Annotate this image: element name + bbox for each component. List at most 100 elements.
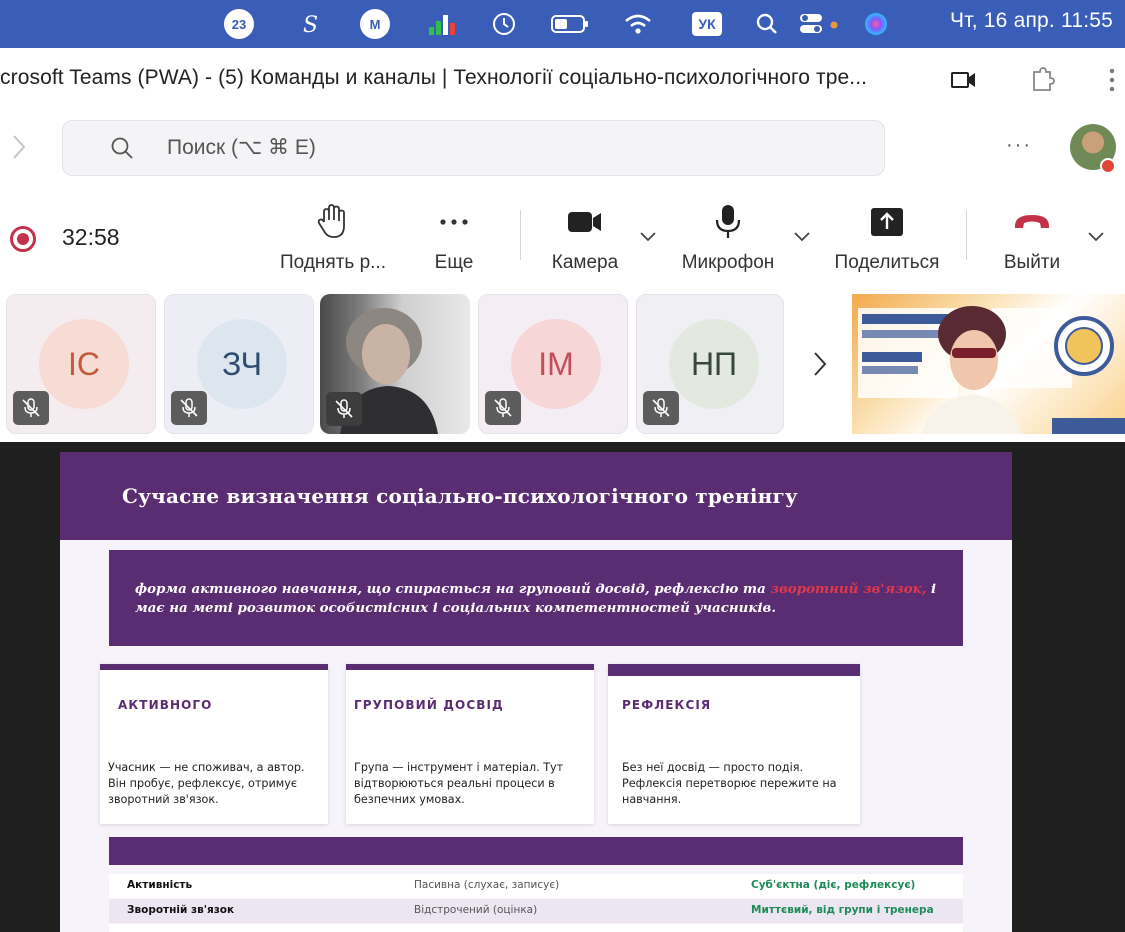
camera-button[interactable]: Камера — [546, 204, 624, 274]
script-s-icon[interactable]: S — [296, 8, 328, 40]
search-box[interactable] — [62, 120, 885, 176]
card-body: Без неї досвід — просто подія. Рефлексія… — [622, 761, 837, 806]
table-cell-old: Відстрочений (оцінка) — [414, 904, 538, 916]
presenter-video-image — [858, 306, 1125, 434]
raise-hand-label: Поднять р... — [280, 252, 386, 273]
participant-initials: ЗЧ — [197, 319, 287, 409]
more-actions-label: Еще — [434, 252, 474, 273]
presence-busy-indicator — [1100, 158, 1116, 174]
mic-muted-icon — [643, 391, 679, 425]
definition-text-part: форма активного навчання, що спирається … — [135, 581, 771, 597]
participant-initials: ІС — [39, 319, 129, 409]
definition-box: форма активного навчання, що спирається … — [109, 550, 963, 646]
card-accent-bar — [100, 664, 328, 670]
more-options-button[interactable]: ··· — [1006, 134, 1032, 157]
time-machine-icon[interactable] — [488, 8, 520, 40]
browser-title-bar: crosoft Teams (PWA) - (5) Команды и кана… — [0, 48, 1125, 112]
participant-tile[interactable]: ІМ — [478, 294, 628, 434]
toolbar-divider — [520, 210, 521, 260]
search-icon — [109, 135, 135, 161]
concept-card: АКТИВНОГО Учасник — не споживач, а автор… — [100, 664, 328, 824]
participant-tile[interactable]: НП — [636, 294, 784, 434]
ellipsis-icon — [439, 204, 469, 240]
recording-icon — [10, 226, 36, 252]
menu-bar-clock[interactable]: Чт, 16 апр. 11:55 — [950, 9, 1113, 33]
card-title: РЕФЛЕКСІЯ — [622, 698, 712, 712]
forward-chevron-icon[interactable] — [12, 134, 26, 167]
kebab-menu-icon[interactable] — [1096, 64, 1125, 96]
table-row: Зворотній зв'язок Відстрочений (оцінка) … — [109, 899, 963, 923]
card-accent-bar — [608, 664, 860, 676]
presenter-video-tile[interactable] — [852, 294, 1125, 434]
slide-header: Сучасне визначення соціально-психологічн… — [60, 452, 1012, 540]
mic-muted-icon — [326, 392, 362, 426]
m-app-icon[interactable]: M — [360, 9, 390, 39]
mic-muted-icon — [485, 391, 521, 425]
definition-text: форма активного навчання, що спирається … — [135, 580, 945, 618]
microphone-options-chevron-icon[interactable] — [792, 226, 812, 246]
next-participants-button[interactable] — [792, 294, 848, 434]
concept-card: ГРУПОВИЙ ДОСВІД Група — інструмент і мат… — [346, 664, 594, 824]
chevron-right-icon — [814, 352, 827, 376]
shared-screen-area: Сучасне визначення соціально-психологічн… — [0, 442, 1125, 932]
system-menu-bar: 23 S M УК Чт, 16 апр. 11:55 — [0, 0, 1125, 48]
table-cell-aspect: Активність — [127, 879, 193, 891]
table-row — [109, 924, 963, 932]
table-cell-new: Миттєвий, від групи і тренера — [751, 904, 934, 916]
teams-header: ··· — [0, 112, 1125, 186]
presentation-slide: Сучасне визначення соціально-психологічн… — [60, 452, 1012, 932]
participant-tile[interactable]: ЗЧ — [164, 294, 314, 434]
share-screen-icon — [870, 204, 904, 240]
participant-initials: НП — [669, 319, 759, 409]
more-actions-button[interactable]: Еще — [426, 204, 482, 274]
microphone-label: Микрофон — [681, 252, 775, 273]
slide-title: Сучасне визначення соціально-психологічн… — [122, 484, 798, 508]
hang-up-icon — [1013, 204, 1051, 240]
meeting-toolbar: 32:58 Поднять р... Еще Камера Микрофон П… — [0, 186, 1125, 286]
card-body: Група — інструмент і матеріал. Тут відтв… — [354, 761, 564, 806]
leave-options-chevron-icon[interactable] — [1086, 226, 1106, 246]
toolbar-divider — [966, 210, 967, 260]
search-input[interactable] — [167, 133, 667, 163]
card-title: ГРУПОВИЙ ДОСВІД — [354, 698, 504, 712]
control-center-icon[interactable] — [796, 8, 846, 40]
participant-initials: ІМ — [511, 319, 601, 409]
hand-icon — [316, 204, 350, 240]
table-cell-aspect: Зворотній зв'язок — [127, 904, 235, 916]
notification-badge-icon[interactable]: 23 — [224, 9, 254, 39]
keyboard-layout-indicator[interactable]: УК — [692, 12, 722, 36]
microphone-button[interactable]: Микрофон — [672, 204, 784, 274]
video-call-icon[interactable] — [948, 64, 980, 96]
wifi-icon[interactable] — [620, 8, 656, 40]
mic-muted-icon — [13, 391, 49, 425]
microphone-icon — [714, 204, 742, 240]
camera-icon — [567, 204, 603, 240]
extensions-puzzle-icon[interactable] — [1026, 64, 1058, 96]
table-cell-old: Пасивна (слухає, записує) — [414, 879, 560, 891]
mic-muted-icon — [171, 391, 207, 425]
camera-label: Камера — [551, 252, 619, 273]
definition-highlight: зворотний зв'язок, — [770, 581, 927, 597]
comparison-table-header — [109, 837, 963, 865]
siri-icon[interactable] — [860, 8, 892, 40]
meeting-timer: 32:58 — [62, 224, 120, 250]
card-title: АКТИВНОГО — [118, 698, 213, 712]
spotlight-search-icon[interactable] — [752, 8, 782, 40]
share-button[interactable]: Поделиться — [828, 204, 946, 274]
raise-hand-button[interactable]: Поднять р... — [274, 204, 392, 274]
card-accent-bar — [346, 664, 594, 670]
activity-bars-icon[interactable] — [424, 8, 460, 40]
table-row: Активність Пасивна (слухає, записує) Суб… — [109, 874, 963, 898]
svg-text:S: S — [303, 13, 318, 37]
participant-tile[interactable]: ІС — [6, 294, 156, 434]
card-body: Учасник — не споживач, а автор. Він проб… — [108, 761, 305, 806]
camera-options-chevron-icon[interactable] — [638, 226, 658, 246]
leave-button[interactable]: Выйти — [996, 204, 1068, 274]
table-cell-new: Суб'єктна (діє, рефлексує) — [751, 879, 916, 891]
window-title: crosoft Teams (PWA) - (5) Команды и кана… — [0, 66, 868, 89]
battery-icon[interactable] — [548, 8, 592, 40]
participants-strip: ІС ЗЧ ІМ НП — [0, 286, 1125, 442]
participant-video-tile[interactable] — [320, 294, 470, 434]
share-label: Поделиться — [834, 252, 940, 273]
leave-label: Выйти — [1003, 252, 1061, 273]
